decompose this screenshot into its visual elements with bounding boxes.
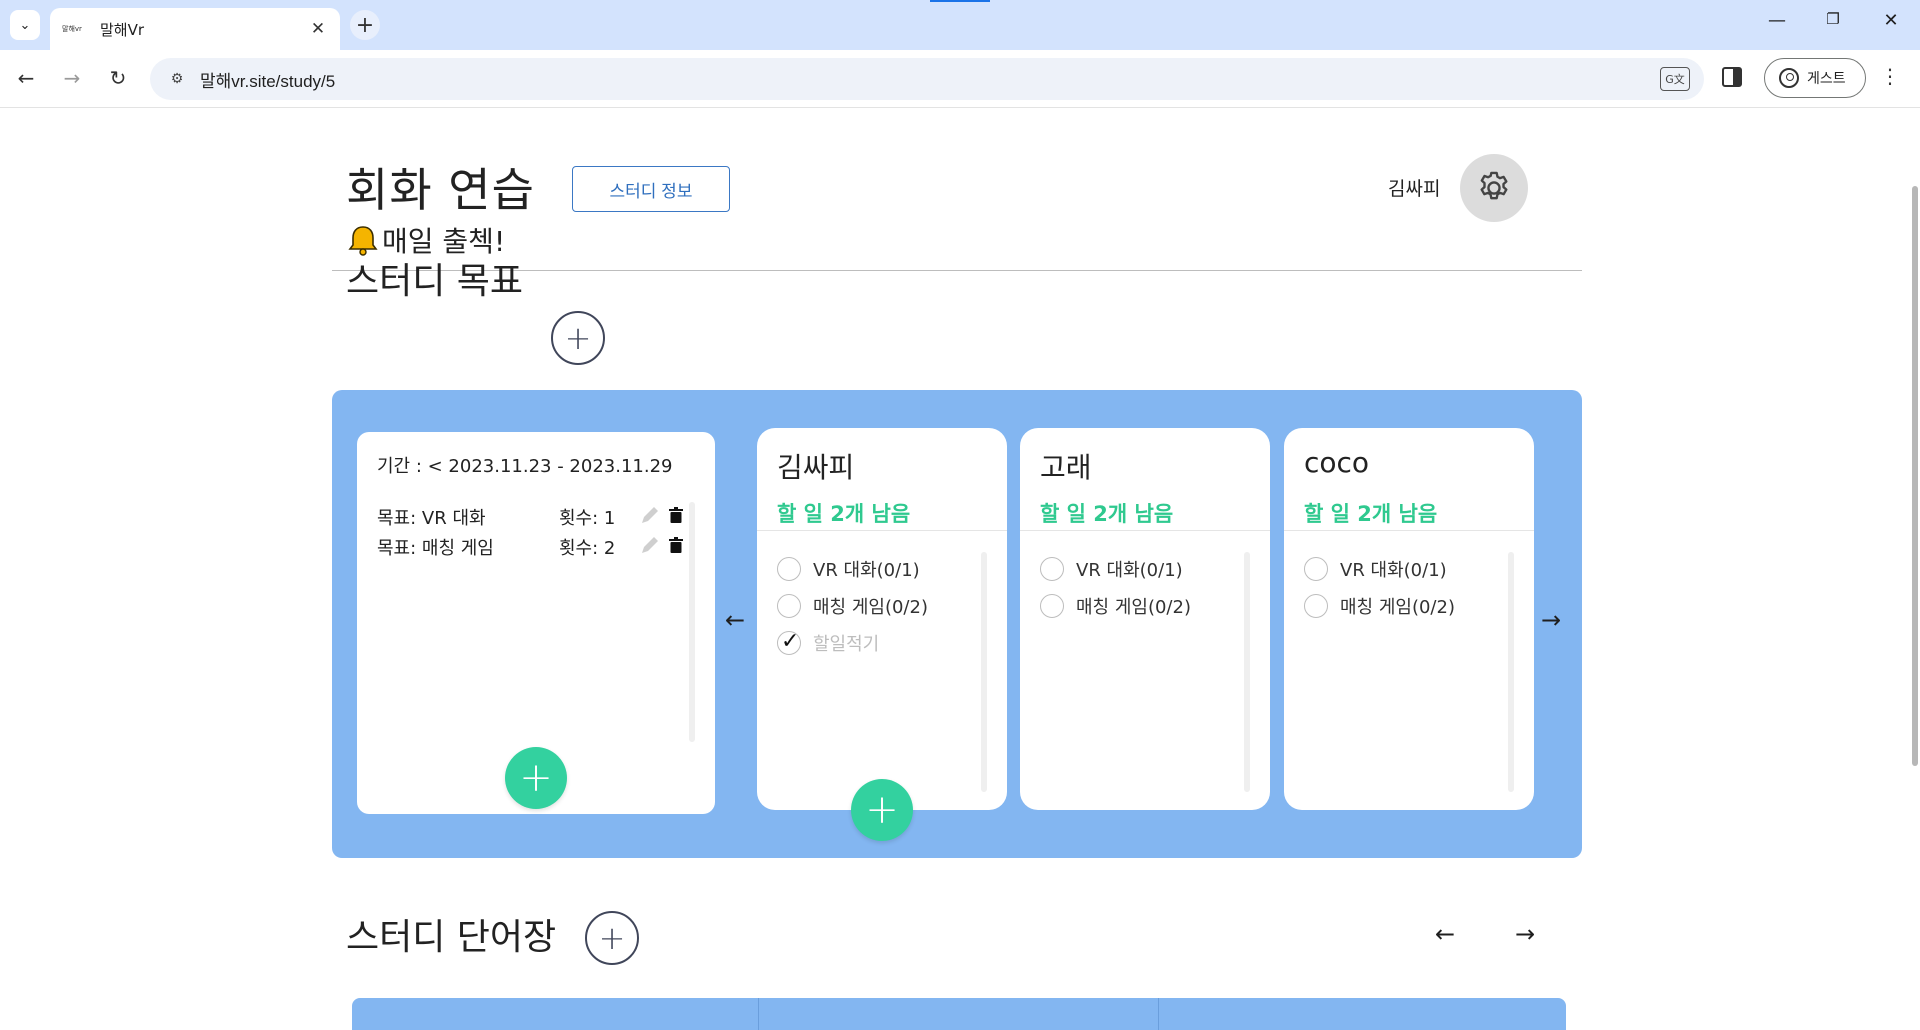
goal-prev-arrow-icon[interactable]: ← <box>720 606 750 634</box>
url-text[interactable]: 말해vr.site/study/5 <box>200 67 1660 92</box>
tab-search-chevron-down-icon[interactable]: ⌄ <box>10 10 40 40</box>
browser-toolbar: ← → ↻ ⚙ 말해vr.site/study/5 G文 게스트 ⋮ <box>0 50 1920 108</box>
pencil-icon[interactable] <box>639 534 661 556</box>
side-panel-icon[interactable] <box>1722 67 1742 87</box>
todo-checkbox[interactable] <box>1040 594 1064 618</box>
todo-label: 매칭 게임(0/2) <box>1340 597 1455 618</box>
forward-arrow-icon[interactable]: → <box>56 62 88 94</box>
member-name: 김싸피 <box>777 451 855 484</box>
member-todo-left: 할 일 2개 남음 <box>777 502 911 526</box>
todo-checkbox[interactable] <box>1304 557 1328 581</box>
page-viewport: 회화 연습 스터디 정보 매일 출첵! 김싸피 스터디 목표 + 기간 : < … <box>0 108 1920 1030</box>
profile-button[interactable]: 게스트 <box>1764 58 1866 98</box>
todo-label: VR 대화(0/1) <box>813 560 920 581</box>
vocab-column-divider <box>1158 998 1159 1030</box>
window-restore-icon[interactable]: ❐ <box>1818 10 1848 28</box>
todo-item[interactable]: 매칭 게임(0/2) <box>1304 593 1455 619</box>
todo-checkbox[interactable] <box>1304 594 1328 618</box>
member-divider <box>1284 530 1534 531</box>
todo-list-scrollbar[interactable] <box>1244 552 1250 792</box>
tab-close-icon[interactable]: ✕ <box>308 19 328 39</box>
goal-row: 목표: 매칭 게임 횟수: 2 <box>377 534 687 559</box>
site-info-tune-icon[interactable]: ⚙ <box>156 71 198 87</box>
vocab-column-divider <box>758 998 759 1030</box>
add-goal-button[interactable]: + <box>551 311 605 365</box>
add-todo-fab[interactable]: + <box>851 779 913 841</box>
todo-label: 매칭 게임(0/2) <box>813 597 928 618</box>
todo-label: 매칭 게임(0/2) <box>1076 597 1191 618</box>
window-close-icon[interactable]: ✕ <box>1876 10 1906 31</box>
todo-label: VR 대화(0/1) <box>1340 560 1447 581</box>
member-todo-left: 할 일 2개 남음 <box>1040 502 1174 526</box>
settings-button[interactable] <box>1460 154 1528 222</box>
todo-checkbox[interactable] <box>777 557 801 581</box>
profile-label: 게스트 <box>1807 71 1846 87</box>
study-info-button[interactable]: 스터디 정보 <box>572 166 730 212</box>
vocab-prev-arrow-icon[interactable]: ← <box>1430 920 1460 948</box>
translate-icon[interactable]: G文 <box>1660 67 1690 91</box>
pencil-icon[interactable] <box>639 504 661 526</box>
goals-section-title: 스터디 목표 <box>346 261 524 302</box>
tab-indicator <box>930 0 990 2</box>
todo-checkbox[interactable] <box>777 594 801 618</box>
vocab-section-title: 스터디 단어장 <box>346 917 557 958</box>
reload-icon[interactable]: ↻ <box>102 62 134 94</box>
member-divider <box>757 530 1007 531</box>
goal-name: 목표: VR 대화 <box>377 508 486 529</box>
gear-icon <box>1480 171 1508 200</box>
back-arrow-icon[interactable]: ← <box>10 62 42 94</box>
todo-item[interactable]: 매칭 게임(0/2) <box>1040 593 1191 619</box>
check-icon: ✓ <box>781 629 800 654</box>
todo-item[interactable]: VR 대화(0/1) <box>777 556 920 582</box>
vocab-next-arrow-icon[interactable]: → <box>1510 920 1540 948</box>
todo-label: 할일적기 <box>813 634 880 655</box>
add-vocab-button[interactable]: + <box>585 911 639 965</box>
account-circle-icon <box>1779 68 1799 88</box>
trash-icon[interactable] <box>669 537 683 553</box>
todo-label: VR 대화(0/1) <box>1076 560 1183 581</box>
window-minimize-icon[interactable]: — <box>1762 10 1792 31</box>
goal-count: 횟수: 2 <box>559 538 616 559</box>
member-divider <box>1020 530 1270 531</box>
goal-next-arrow-icon[interactable]: → <box>1536 606 1566 634</box>
member-name: 고래 <box>1040 451 1092 484</box>
browser-tab-active[interactable]: 말해vr 말해Vr ✕ <box>50 8 340 50</box>
member-todo-left: 할 일 2개 남음 <box>1304 502 1438 526</box>
member-name: coco <box>1304 446 1370 479</box>
todo-item[interactable]: VR 대화(0/1) <box>1304 556 1447 582</box>
page-scrollbar-thumb[interactable] <box>1912 186 1918 766</box>
username: 김싸피 <box>1388 178 1441 200</box>
todo-list-scrollbar[interactable] <box>981 552 987 792</box>
goal-name: 목표: 매칭 게임 <box>377 538 494 559</box>
todo-item[interactable]: 매칭 게임(0/2) <box>777 593 928 619</box>
goal-count: 횟수: 1 <box>559 508 616 529</box>
more-vert-icon[interactable]: ⋮ <box>1880 64 1900 88</box>
new-tab-plus-icon[interactable]: + <box>350 10 380 40</box>
vocab-board <box>352 998 1566 1030</box>
todo-checkbox[interactable] <box>1040 557 1064 581</box>
goal-list-scrollbar[interactable] <box>689 502 695 742</box>
goal-row: 목표: VR 대화 횟수: 1 <box>377 504 687 529</box>
address-bar[interactable]: ⚙ 말해vr.site/study/5 G文 <box>150 58 1704 100</box>
todo-item[interactable]: ✓ 할일적기 <box>777 629 880 656</box>
tab-favicon: 말해vr <box>62 25 82 33</box>
period-text[interactable]: 기간 : < 2023.11.23 - 2023.11.29 <box>377 452 673 478</box>
study-title: 회화 연습 <box>346 163 535 217</box>
member-card: coco 할 일 2개 남음 VR 대화(0/1) 매칭 게임(0/2) <box>1284 428 1534 810</box>
member-card: 김싸피 할 일 2개 남음 VR 대화(0/1) 매칭 게임(0/2) ✓ 할일… <box>757 428 1007 810</box>
todo-item[interactable]: VR 대화(0/1) <box>1040 556 1183 582</box>
trash-icon[interactable] <box>669 507 683 523</box>
tab-title: 말해Vr <box>100 20 145 39</box>
todo-list-scrollbar[interactable] <box>1508 552 1514 792</box>
member-card: 고래 할 일 2개 남음 VR 대화(0/1) 매칭 게임(0/2) <box>1020 428 1270 810</box>
todo-checkbox-checked[interactable]: ✓ <box>777 629 801 655</box>
browser-tabstrip: ⌄ 말해vr 말해Vr ✕ + — ❐ ✕ <box>0 0 1920 50</box>
add-goal-fab[interactable]: + <box>505 747 567 809</box>
